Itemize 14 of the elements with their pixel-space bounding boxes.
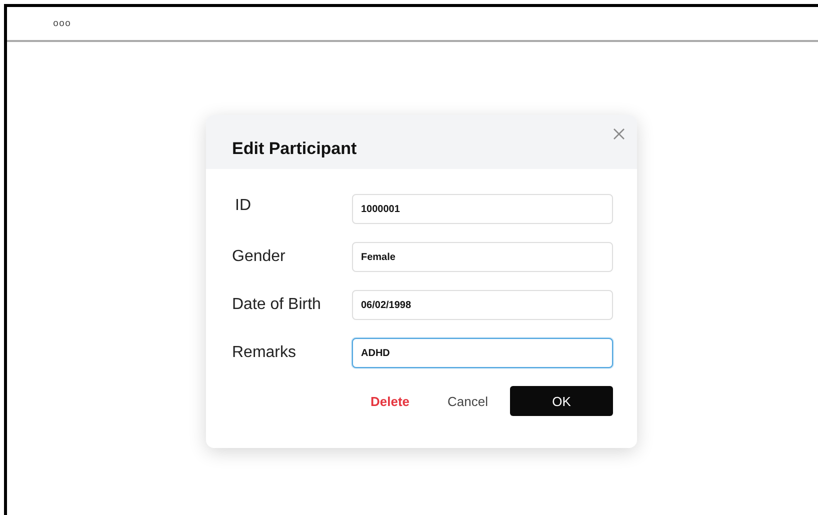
dialog-title: Edit Participant bbox=[232, 139, 357, 159]
field-label: Remarks bbox=[232, 344, 298, 362]
field-label: Date of Birth bbox=[232, 296, 322, 314]
top-bar-text: ooo bbox=[53, 18, 72, 28]
field-label: ID bbox=[234, 197, 252, 215]
input-field[interactable]: ADHD bbox=[352, 338, 613, 368]
delete-button[interactable]: Delete bbox=[354, 386, 426, 416]
ok-button[interactable]: OK bbox=[510, 386, 613, 416]
field-label: Gender bbox=[232, 248, 286, 266]
cancel-button[interactable]: Cancel bbox=[432, 386, 504, 416]
input-field[interactable]: 06/02/1998 bbox=[352, 290, 613, 320]
input-field[interactable]: 1000001 bbox=[352, 194, 613, 224]
close-icon[interactable] bbox=[613, 128, 625, 140]
input-field[interactable]: Female bbox=[352, 242, 613, 272]
